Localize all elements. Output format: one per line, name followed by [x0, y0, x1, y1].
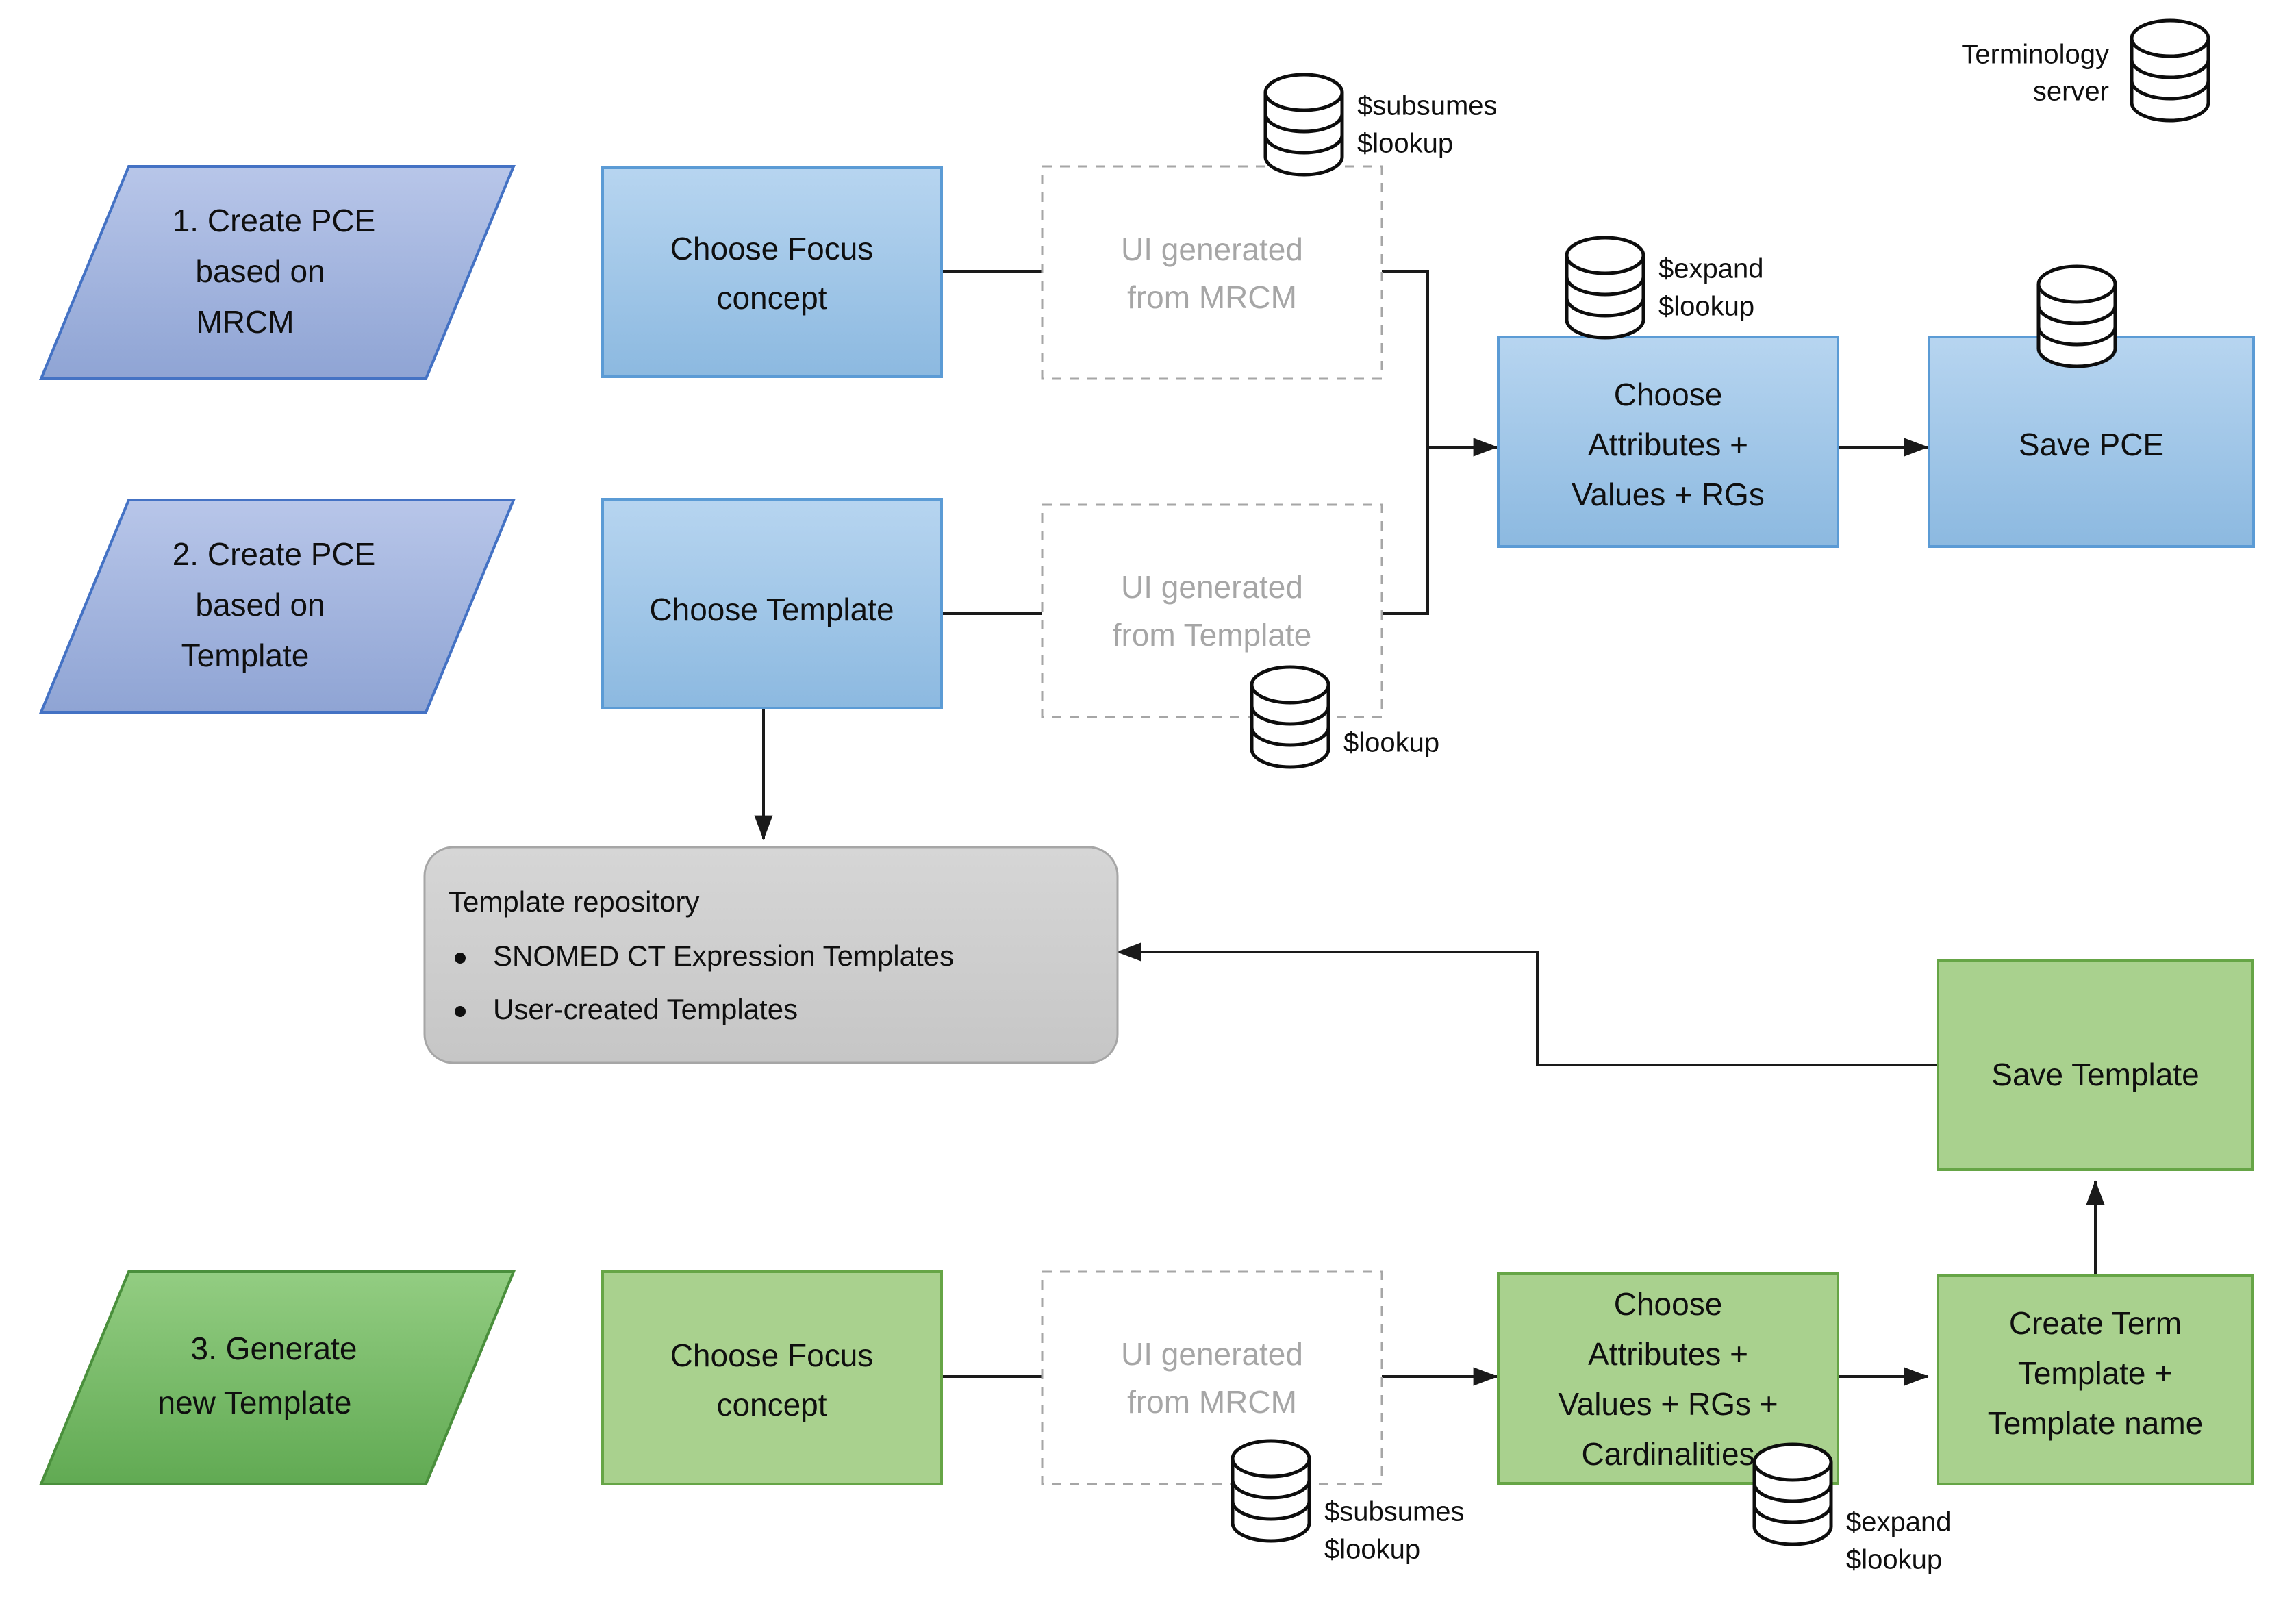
- choose-focus-concept-1-box[interactable]: Choose Focus concept: [601, 166, 943, 378]
- choose-attributes-line-2: Attributes +: [1588, 427, 1748, 462]
- diagram-canvas: 1. Create PCE based on MRCM 2. Create PC…: [0, 0, 2296, 1608]
- create-term-template-line-3: Template name: [1988, 1405, 2204, 1441]
- save-pce-box[interactable]: Save PCE: [1928, 336, 2255, 548]
- db-terminology-server-icon: [2130, 18, 2210, 123]
- create-term-template-line-2: Template +: [2018, 1355, 2173, 1391]
- db-terminology-server-label-line-1: Terminology: [1961, 40, 2109, 70]
- choose-attributes-values-rgs-box[interactable]: Choose Attributes + Values + RGs: [1497, 336, 1839, 548]
- db-save-pce-icon: [2036, 264, 2117, 368]
- ui-generated-from-mrcm-3-line-2: from MRCM: [1127, 1384, 1297, 1420]
- lane-3-label-line-2: new Template: [158, 1385, 352, 1420]
- choose-focus-concept-3-box[interactable]: Choose Focus concept: [601, 1270, 943, 1485]
- edge-savetemplate-to-repo: [1116, 942, 1938, 1066]
- db-lookup-template-label: $lookup: [1343, 728, 1439, 758]
- save-template-box[interactable]: Save Template: [1937, 959, 2254, 1171]
- db-lookup-template-icon: [1250, 665, 1330, 769]
- lane-2-label-line-1: 2. Create PCE: [173, 536, 376, 572]
- create-term-template-line-1: Create Term: [2009, 1305, 2182, 1341]
- lane-3-generate-new-template[interactable]: 3. Generate new Template: [39, 1270, 516, 1485]
- template-repository-title: Template repository: [449, 885, 700, 918]
- ui-generated-from-template-box[interactable]: UI generated from Template: [1041, 503, 1383, 718]
- choose-attributes-card-line-1: Choose: [1614, 1286, 1723, 1322]
- lane-2-create-pce-based-on-template[interactable]: 2. Create PCE based on Template: [39, 499, 516, 714]
- db-subsumes-lookup-top-label-line-1: $subsumes: [1357, 91, 1498, 121]
- choose-focus-concept-1-line-2: concept: [716, 280, 827, 316]
- create-term-template-box[interactable]: Create Term Template + Template name: [1937, 1274, 2254, 1485]
- choose-focus-concept-3-line-1: Choose Focus: [670, 1337, 874, 1373]
- ui-generated-from-template-line-1: UI generated: [1121, 569, 1303, 605]
- choose-focus-concept-3-line-2: concept: [716, 1387, 827, 1422]
- template-repository-bullet-1: SNOMED CT Expression Templates: [493, 940, 954, 972]
- db-terminology-server-label-line-2: server: [2033, 77, 2109, 107]
- lane-3-label-line-1: 3. Generate: [191, 1331, 357, 1366]
- edge-ui2-to-attrs: [1382, 447, 1429, 615]
- edge-ui1-to-attrs: [1382, 270, 1429, 447]
- choose-attributes-card-line-3: Values + RGs +: [1558, 1386, 1778, 1422]
- bullet-marker-icon: [455, 953, 466, 964]
- ui-generated-from-mrcm-1-box[interactable]: UI generated from MRCM: [1041, 165, 1383, 380]
- ui-generated-from-mrcm-3-box[interactable]: UI generated from MRCM: [1041, 1270, 1383, 1485]
- db-expand-lookup-top-label-line-1: $expand: [1658, 254, 1763, 284]
- db-subsumes-lookup-bottom-icon: [1231, 1439, 1311, 1543]
- choose-attributes-line-1: Choose: [1614, 377, 1723, 412]
- lane-2-label-line-3: Template: [181, 638, 310, 673]
- lane-1-label-line-1: 1. Create PCE: [173, 203, 376, 238]
- db-expand-lookup-bottom-icon: [1752, 1442, 1833, 1546]
- save-template-label: Save Template: [1991, 1057, 2199, 1092]
- bullet-marker-icon-2: [455, 1006, 466, 1017]
- db-subsumes-lookup-bottom-label-line-1: $subsumes: [1324, 1497, 1465, 1527]
- db-subsumes-lookup-bottom-label-line-2: $lookup: [1324, 1535, 1420, 1565]
- ui-generated-from-mrcm-1-line-2: from MRCM: [1127, 279, 1297, 315]
- lane-2-label-line-2: based on: [195, 587, 325, 623]
- db-expand-lookup-top-label-line-2: $lookup: [1658, 292, 1754, 322]
- db-subsumes-lookup-top-label-line-2: $lookup: [1357, 129, 1453, 159]
- choose-attributes-line-3: Values + RGs: [1572, 477, 1765, 512]
- db-expand-lookup-top-icon: [1565, 236, 1645, 340]
- db-expand-lookup-bottom-label-line-1: $expand: [1846, 1507, 1951, 1537]
- db-subsumes-lookup-top-icon: [1263, 73, 1344, 177]
- lane-1-label-line-2: based on: [195, 253, 325, 289]
- ui-generated-from-mrcm-1-line-1: UI generated: [1121, 231, 1303, 267]
- ui-generated-from-template-line-2: from Template: [1113, 617, 1312, 653]
- choose-template-box[interactable]: Choose Template: [601, 498, 943, 709]
- db-expand-lookup-bottom-label-line-2: $lookup: [1846, 1545, 1942, 1575]
- flow-diagram: 1. Create PCE based on MRCM 2. Create PC…: [39, 18, 2255, 1575]
- lane-1-create-pce-based-on-mrcm[interactable]: 1. Create PCE based on MRCM: [39, 165, 516, 380]
- choose-template-label: Choose Template: [649, 592, 894, 627]
- choose-attributes-card-line-4: Cardinalities: [1581, 1436, 1754, 1472]
- choose-attributes-card-line-2: Attributes +: [1588, 1336, 1748, 1372]
- template-repository-bullet-2: User-created Templates: [493, 993, 798, 1025]
- save-pce-label: Save PCE: [2019, 427, 2164, 462]
- ui-generated-from-mrcm-3-line-1: UI generated: [1121, 1336, 1303, 1372]
- choose-focus-concept-1-line-1: Choose Focus: [670, 231, 874, 266]
- template-repository-box[interactable]: Template repository SNOMED CT Expression…: [423, 846, 1119, 1064]
- lane-1-label-line-3: MRCM: [196, 304, 294, 340]
